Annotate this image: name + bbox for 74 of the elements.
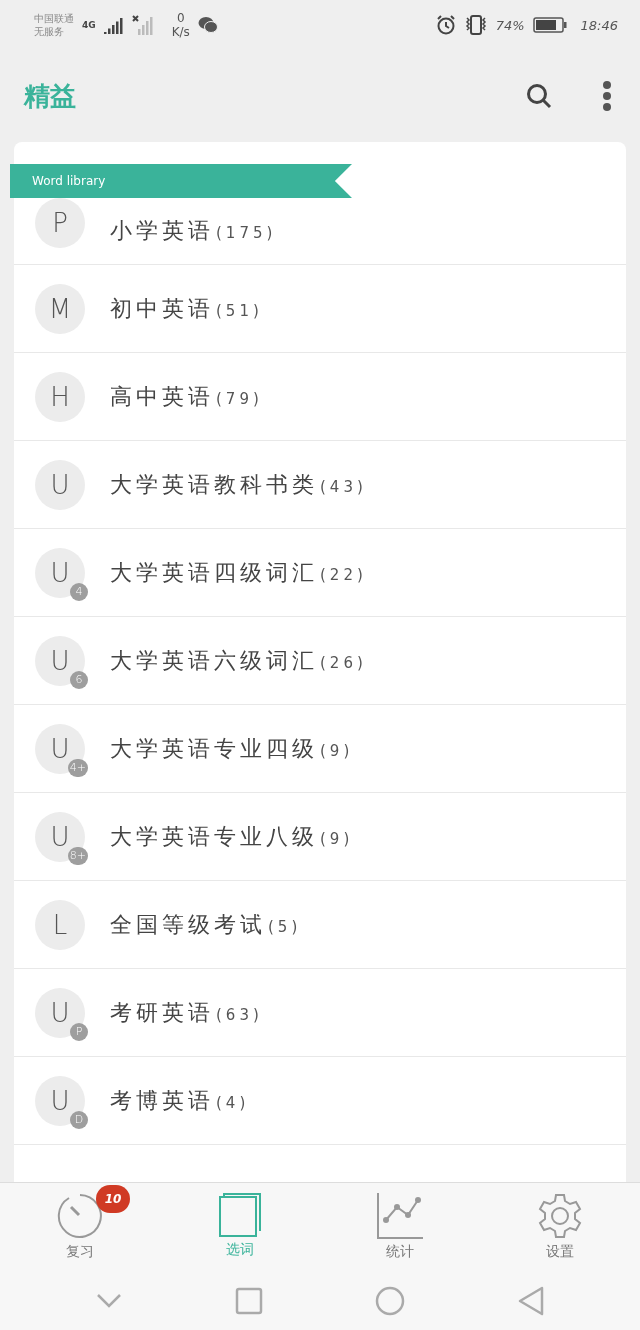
speed-value: 0 bbox=[176, 11, 185, 25]
library-name: 初中英语(51) bbox=[110, 294, 263, 323]
vibrate-icon bbox=[463, 15, 488, 35]
count-badge: 10 bbox=[96, 1185, 130, 1213]
library-name: 全国等级考试(5) bbox=[110, 910, 302, 939]
library-list-item[interactable]: U 4 大学英语四级词汇(22) bbox=[14, 529, 626, 617]
no-signal-icon bbox=[131, 15, 154, 35]
letter-avatar: U 8+ bbox=[35, 811, 85, 862]
triangle-left-icon bbox=[517, 1286, 544, 1316]
back-button[interactable] bbox=[517, 1286, 544, 1316]
search-button[interactable] bbox=[526, 83, 552, 109]
section-ribbon: Word library bbox=[10, 164, 352, 198]
nav-tab[interactable]: 设置 bbox=[480, 1183, 640, 1271]
letter-avatar: U bbox=[35, 459, 85, 510]
chat-bubbles-icon bbox=[197, 16, 218, 34]
letter-avatar: U P bbox=[35, 987, 85, 1038]
level-badge: 8+ bbox=[67, 846, 88, 865]
library-name: 小学英语(175) bbox=[110, 217, 277, 245]
library-name: 考博英语(4) bbox=[110, 1086, 250, 1115]
library-list-item[interactable]: U 4+ 大学英语专业四级(9) bbox=[14, 705, 626, 793]
home-button[interactable] bbox=[375, 1286, 406, 1316]
nav-tab[interactable]: 复习 10 bbox=[0, 1183, 160, 1271]
chevron-down-icon bbox=[96, 1293, 123, 1309]
letter-avatar: M bbox=[35, 283, 85, 334]
network-type: 4G bbox=[82, 20, 96, 30]
library-name: 大学英语专业八级(9) bbox=[110, 822, 354, 851]
library-list-item[interactable]: U P 考研英语(63) bbox=[14, 969, 626, 1057]
timer-icon bbox=[57, 1193, 103, 1239]
letter-avatar: U 4+ bbox=[35, 723, 85, 774]
nav-tab[interactable]: 统计 bbox=[320, 1183, 480, 1271]
library-name: 大学英语教科书类(43) bbox=[110, 470, 367, 499]
library-name: 考研英语(63) bbox=[110, 998, 263, 1027]
letter-avatar: P bbox=[35, 198, 85, 248]
library-list-item[interactable]: U 8+ 大学英语专业八级(9) bbox=[14, 793, 626, 881]
library-name: 高中英语(79) bbox=[110, 382, 263, 411]
alarm-icon bbox=[435, 15, 456, 35]
more-icon bbox=[602, 81, 612, 111]
library-name: 大学英语专业四级(9) bbox=[110, 734, 354, 763]
carrier-text: 无服务 bbox=[34, 25, 65, 38]
carrier-text: 中国联通 bbox=[34, 12, 74, 25]
level-badge: 4+ bbox=[67, 758, 88, 777]
library-list-item[interactable]: M 初中英语(51) bbox=[14, 265, 626, 353]
library-name: 大学英语四级词汇(22) bbox=[110, 558, 367, 587]
collapse-button[interactable] bbox=[96, 1293, 123, 1309]
clock-time: 18:46 bbox=[580, 17, 618, 33]
signal-icon bbox=[103, 16, 124, 34]
letter-avatar: L bbox=[35, 899, 85, 950]
level-badge: D bbox=[70, 1110, 88, 1129]
letter-avatar: U 6 bbox=[35, 635, 85, 686]
settings-icon bbox=[537, 1193, 583, 1239]
library-list-item[interactable]: U 大学英语教科书类(43) bbox=[14, 441, 626, 529]
library-list-item[interactable]: L 全国等级考试(5) bbox=[14, 881, 626, 969]
letter-avatar: U D bbox=[35, 1075, 85, 1126]
level-badge: P bbox=[70, 1022, 88, 1041]
speed-unit: K/s bbox=[171, 25, 190, 39]
letter-avatar: H bbox=[35, 371, 85, 422]
library-name: 大学英语六级词汇(26) bbox=[110, 646, 367, 675]
battery-icon bbox=[532, 17, 567, 33]
recents-button[interactable] bbox=[234, 1287, 263, 1315]
line-chart-icon bbox=[377, 1193, 423, 1239]
square-icon bbox=[234, 1287, 263, 1315]
library-list-item[interactable]: H 高中英语(79) bbox=[14, 353, 626, 441]
search-icon bbox=[526, 83, 552, 109]
book-icon bbox=[219, 1193, 261, 1237]
level-badge: 4 bbox=[70, 582, 88, 601]
library-list-item[interactable]: P 小学英语(175) bbox=[14, 198, 626, 265]
circle-icon bbox=[375, 1286, 406, 1316]
library-list-item[interactable]: U 6 大学英语六级词汇(26) bbox=[14, 617, 626, 705]
more-menu-button[interactable] bbox=[602, 81, 612, 111]
battery-percent: 74% bbox=[495, 17, 525, 33]
level-badge: 6 bbox=[70, 670, 88, 689]
app-title: 精益 bbox=[24, 79, 77, 113]
letter-avatar: U 4 bbox=[35, 547, 85, 598]
library-list-item[interactable]: U D 考博英语(4) bbox=[14, 1057, 626, 1145]
